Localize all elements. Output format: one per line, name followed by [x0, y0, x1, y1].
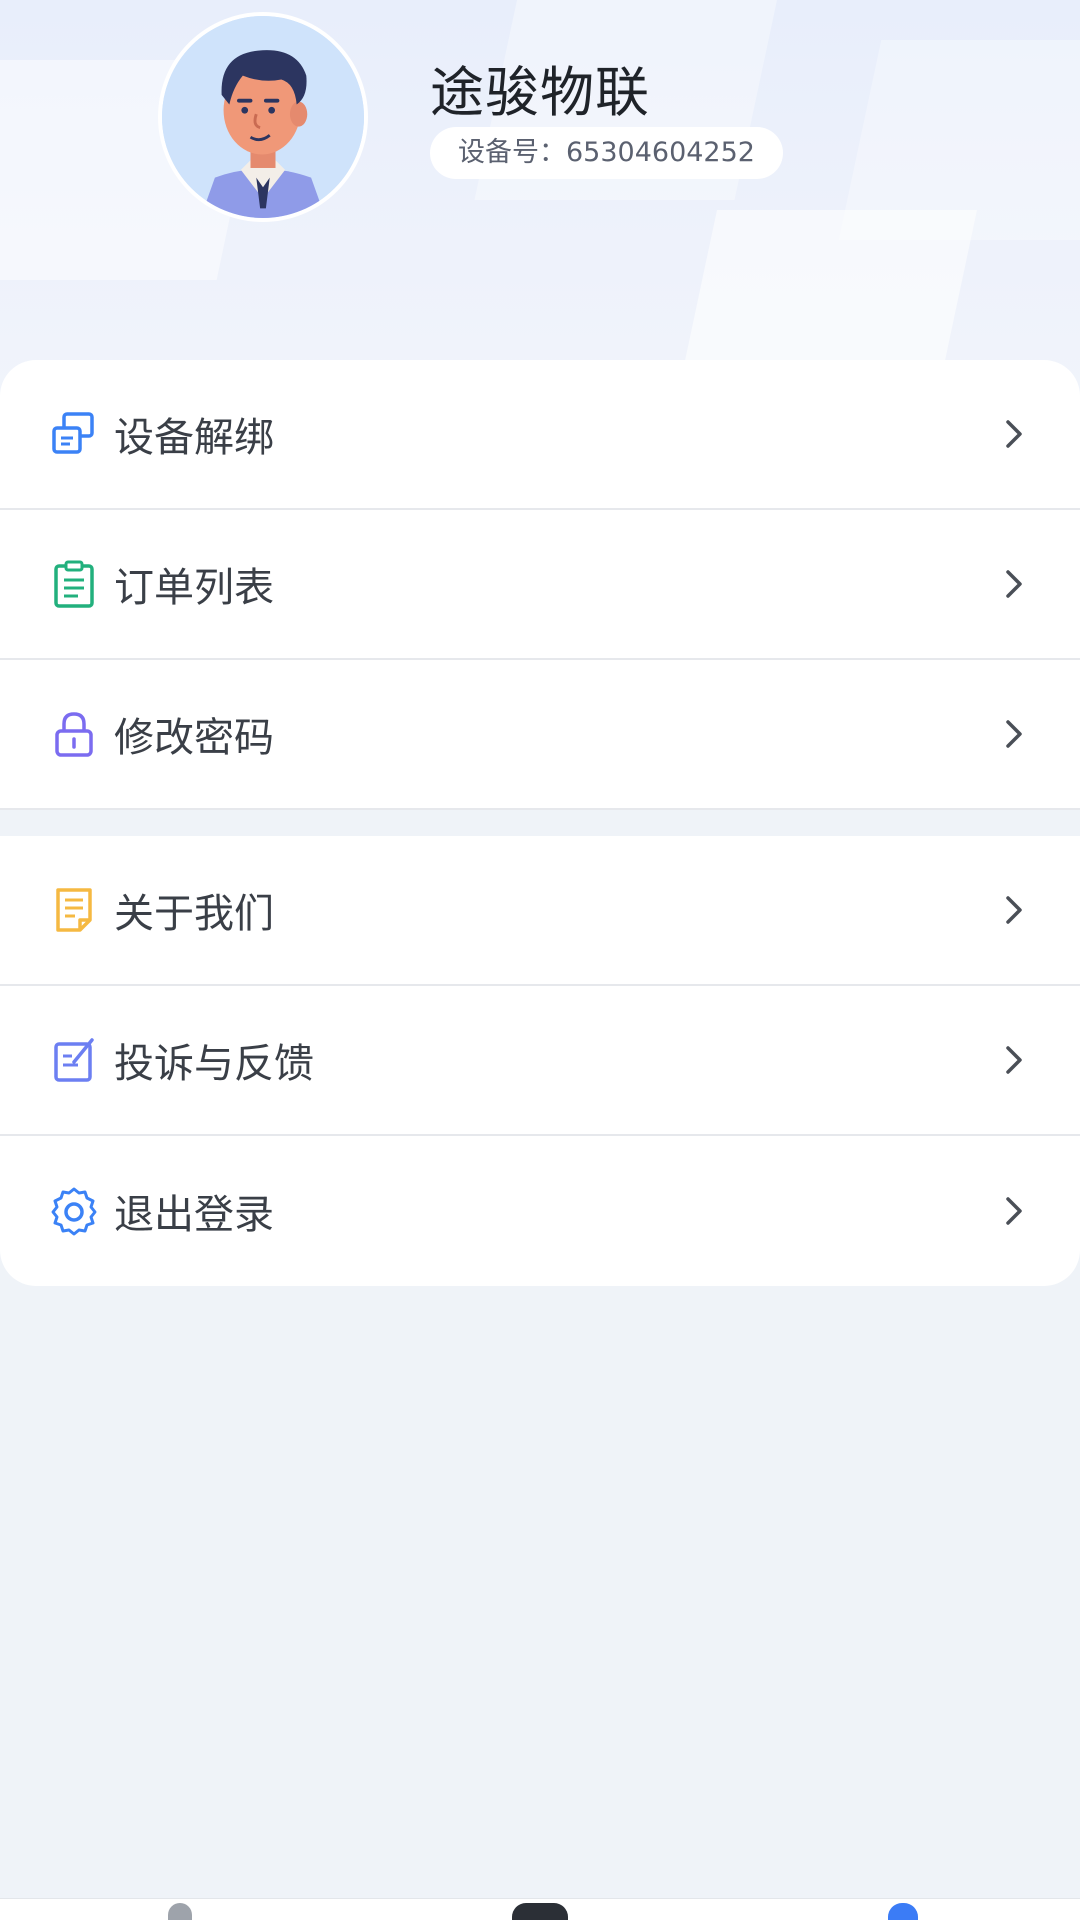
menu-item-label: 修改密码	[114, 715, 274, 761]
menu-item-order-list[interactable]: 订单列表	[0, 510, 1080, 660]
chevron-right-icon	[1000, 1193, 1028, 1229]
menu-card-account: 设备解绑 订单列表 修改密码	[0, 360, 1080, 810]
gear-icon	[48, 1185, 100, 1237]
device-number-badge: 设备号：65304604252	[430, 127, 783, 179]
tab-center-icon[interactable]	[512, 1903, 568, 1920]
document-icon	[48, 884, 100, 936]
avatar-illustration	[162, 16, 364, 218]
lock-icon	[48, 708, 100, 760]
chevron-right-icon	[1000, 892, 1028, 928]
app-name: 途骏物联	[430, 61, 650, 124]
avatar[interactable]	[158, 12, 368, 222]
profile-page: 途骏物联 设备号：65304604252 设备解绑 订单列表 修改密码 关于我们…	[0, 0, 1080, 1920]
bottom-tab-bar	[0, 1898, 1080, 1920]
menu-item-complaint-feedback[interactable]: 投诉与反馈	[0, 986, 1080, 1136]
menu-item-label: 退出登录	[114, 1192, 274, 1238]
chevron-right-icon	[1000, 416, 1028, 452]
menu-item-label: 投诉与反馈	[114, 1041, 314, 1087]
tab-home-icon[interactable]	[168, 1903, 192, 1920]
menu-item-change-password[interactable]: 修改密码	[0, 660, 1080, 810]
menu-item-label: 设备解绑	[114, 415, 274, 461]
chevron-right-icon	[1000, 716, 1028, 752]
device-number-value: 65304604252	[566, 137, 755, 168]
tab-profile-icon[interactable]	[888, 1903, 918, 1920]
menu-item-label: 关于我们	[114, 891, 274, 937]
menu-item-device-unbind[interactable]: 设备解绑	[0, 360, 1080, 510]
header-decor-shape	[838, 40, 1080, 240]
device-unbind-icon	[48, 408, 100, 460]
chevron-right-icon	[1000, 1042, 1028, 1078]
menu-card-general: 关于我们 投诉与反馈 退出登录	[0, 836, 1080, 1286]
edit-note-icon	[48, 1034, 100, 1086]
device-number-label: 设备号：	[458, 137, 566, 168]
profile-header: 途骏物联 设备号：65304604252	[0, 0, 1080, 420]
menu-item-about-us[interactable]: 关于我们	[0, 836, 1080, 986]
chevron-right-icon	[1000, 566, 1028, 602]
menu-item-logout[interactable]: 退出登录	[0, 1136, 1080, 1286]
menu-item-label: 订单列表	[114, 565, 274, 611]
clipboard-list-icon	[48, 558, 100, 610]
